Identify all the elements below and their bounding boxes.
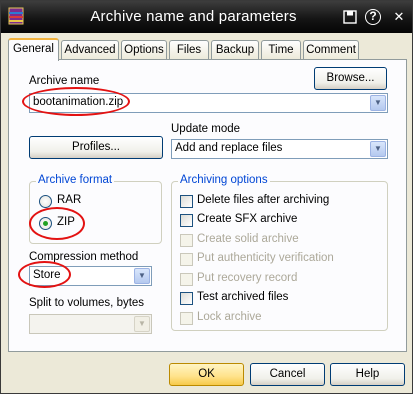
archiving-options-title: Archiving options <box>178 174 270 186</box>
profiles-button[interactable]: Profiles... <box>29 136 163 159</box>
archive-name-field[interactable]: bootanimation.zip ▼ <box>29 93 388 113</box>
help-button[interactable]: Help <box>330 363 405 386</box>
checkbox-recovery-record[interactable] <box>180 273 193 286</box>
split-volumes-label: Split to volumes, bytes <box>29 297 145 309</box>
chevron-down-icon[interactable]: ▼ <box>370 95 386 111</box>
archive-format-title: Archive format <box>36 174 115 186</box>
checkbox-delete-files[interactable] <box>180 195 193 208</box>
checkbox-lock-archive[interactable] <box>180 312 193 325</box>
tab-general[interactable]: General <box>8 38 59 61</box>
update-mode-select[interactable]: Add and replace files ▼ <box>171 139 388 159</box>
general-panel: Archive name Browse... bootanimation.zip… <box>8 59 407 352</box>
tab-backup[interactable]: Backup <box>211 40 259 60</box>
chevron-down-icon[interactable]: ▼ <box>370 141 386 157</box>
archive-name-value: bootanimation.zip <box>33 96 124 108</box>
split-volumes-select[interactable]: ▼ <box>29 314 152 334</box>
tab-time[interactable]: Time <box>261 40 301 60</box>
radio-rar-label[interactable]: RAR <box>57 194 81 206</box>
browse-button[interactable]: Browse... <box>314 67 387 90</box>
checkbox-create-solid-label[interactable]: Create solid archive <box>197 233 299 245</box>
archive-format-group: Archive format RAR ZIP <box>29 174 162 244</box>
chevron-down-icon[interactable]: ▼ <box>134 268 150 284</box>
compression-method-select[interactable]: Store ▼ <box>29 266 152 286</box>
tab-advanced[interactable]: Advanced <box>61 40 119 60</box>
radio-zip[interactable] <box>39 217 52 230</box>
archive-name-label: Archive name <box>29 75 100 87</box>
close-icon[interactable]: ✕ <box>390 8 408 26</box>
cancel-button[interactable]: Cancel <box>250 363 325 386</box>
tab-comment[interactable]: Comment <box>303 40 359 60</box>
compression-method-value: Store <box>33 269 61 281</box>
radio-rar[interactable] <box>39 195 52 208</box>
update-mode-value: Add and replace files <box>175 142 283 154</box>
title-bar[interactable]: Archive name and parameters ? ✕ <box>1 1 412 33</box>
update-mode-label: Update mode <box>171 123 241 135</box>
checkbox-test-archived-label[interactable]: Test archived files <box>197 291 288 303</box>
checkbox-authenticity[interactable] <box>180 253 193 266</box>
archive-dialog: Archive name and parameters ? ✕ General … <box>0 0 413 394</box>
tab-options[interactable]: Options <box>121 40 167 60</box>
tab-files[interactable]: Files <box>169 40 209 60</box>
window-title: Archive name and parameters <box>90 8 297 25</box>
chevron-down-icon[interactable]: ▼ <box>134 316 150 332</box>
save-icon[interactable] <box>341 8 359 26</box>
checkbox-lock-archive-label[interactable]: Lock archive <box>197 311 262 323</box>
radio-selected-dot <box>43 221 48 226</box>
radio-zip-label[interactable]: ZIP <box>57 216 75 228</box>
tab-strip: General Advanced Options Files Backup Ti… <box>8 38 408 61</box>
checkbox-test-archived[interactable] <box>180 292 193 305</box>
checkbox-recovery-record-label[interactable]: Put recovery record <box>197 272 297 284</box>
checkbox-authenticity-label[interactable]: Put authenticity verification <box>197 252 334 264</box>
archiving-options-group: Archiving options Delete files after arc… <box>171 174 388 331</box>
help-icon[interactable]: ? <box>365 9 381 25</box>
checkbox-delete-files-label[interactable]: Delete files after archiving <box>197 194 329 206</box>
compression-method-label: Compression method <box>29 251 139 263</box>
checkbox-create-solid[interactable] <box>180 234 193 247</box>
ok-button[interactable]: OK <box>169 363 244 386</box>
checkbox-create-sfx-label[interactable]: Create SFX archive <box>197 213 297 225</box>
checkbox-create-sfx[interactable] <box>180 214 193 227</box>
